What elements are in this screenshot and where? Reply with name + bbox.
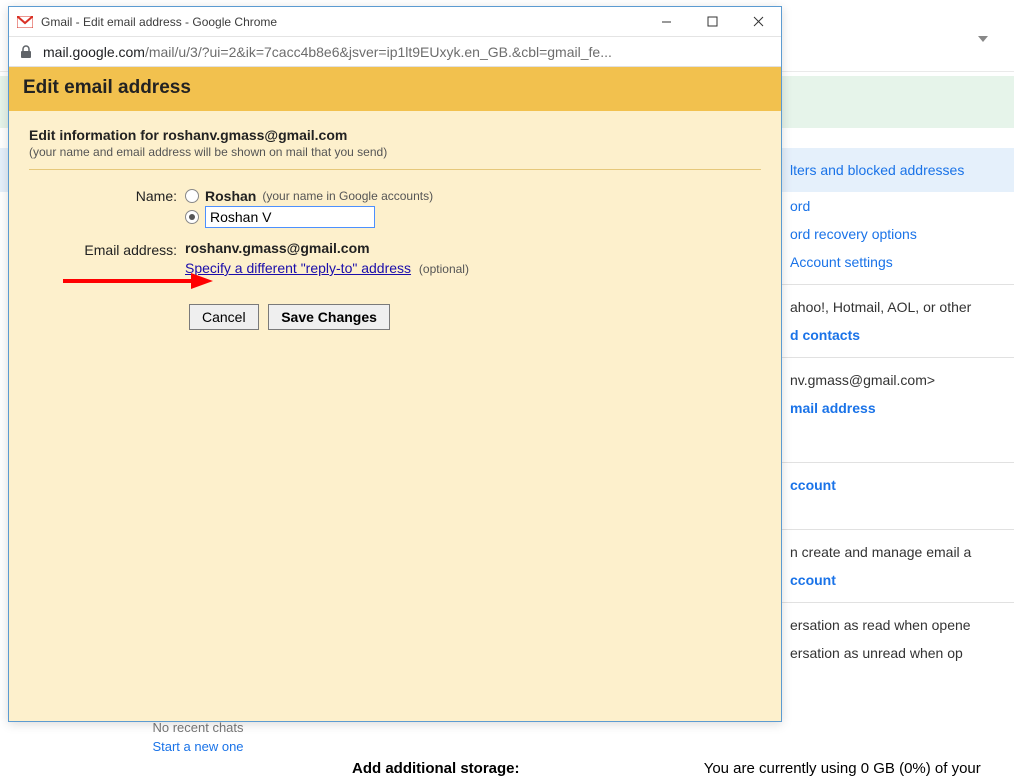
- label-name: Name:: [29, 186, 185, 204]
- cancel-button[interactable]: Cancel: [189, 304, 259, 330]
- label-email: Email address:: [29, 240, 185, 258]
- email-value: roshanv.gmass@gmail.com: [185, 240, 469, 256]
- close-button[interactable]: [735, 7, 781, 36]
- titlebar[interactable]: Gmail - Edit email address - Google Chro…: [9, 7, 781, 37]
- custom-name-input[interactable]: [205, 206, 375, 228]
- link-mail-address[interactable]: mail address: [786, 394, 1014, 422]
- popup-title: Edit email address: [23, 77, 767, 99]
- link-account-2[interactable]: ccount: [786, 566, 1014, 594]
- url-text: mail.google.com/mail/u/3/?ui=2&ik=7cacc4…: [43, 44, 612, 60]
- settings-dropdown-caret[interactable]: [978, 36, 988, 42]
- gmail-icon: [17, 16, 33, 28]
- minimize-button[interactable]: [643, 7, 689, 36]
- no-recent-chats: No recent chats: [152, 720, 243, 735]
- reply-to-link[interactable]: Specify a different "reply-to" address: [185, 260, 411, 276]
- edit-info-title: Edit information for roshanv.gmass@gmail…: [29, 127, 761, 143]
- send-as-email: nv.gmass@gmail.com>: [786, 366, 1014, 394]
- link-account-1[interactable]: ccount: [786, 471, 1014, 499]
- divider: [29, 169, 761, 170]
- link-password[interactable]: ord: [786, 192, 1014, 220]
- settings-content: ord ord recovery options Account setting…: [786, 192, 1014, 667]
- text-read-opened: ersation as read when opene: [786, 611, 1014, 639]
- hangouts-panel: No recent chats Start a new one: [68, 720, 328, 754]
- radio-custom-name[interactable]: [185, 210, 199, 224]
- optional-label: (optional): [419, 262, 469, 276]
- radio-google-name[interactable]: [185, 189, 199, 203]
- start-new-chat[interactable]: Start a new one: [68, 739, 328, 754]
- maximize-button[interactable]: [689, 7, 735, 36]
- link-recovery[interactable]: ord recovery options: [786, 220, 1014, 248]
- edit-info-sub: (your name and email address will be sho…: [29, 145, 761, 159]
- lock-icon: [19, 45, 33, 59]
- text-manage-email: n create and manage email a: [786, 538, 1014, 566]
- storage-row: Add additional storage: You are currentl…: [352, 760, 981, 777]
- window-title: Gmail - Edit email address - Google Chro…: [41, 15, 643, 29]
- address-bar[interactable]: mail.google.com/mail/u/3/?ui=2&ik=7cacc4…: [9, 37, 781, 67]
- text-unread-open: ersation as unread when op: [786, 639, 1014, 667]
- link-contacts[interactable]: d contacts: [786, 321, 1014, 349]
- save-changes-button[interactable]: Save Changes: [268, 304, 390, 330]
- popup-header: Edit email address: [9, 67, 781, 111]
- chrome-popup-window: Gmail - Edit email address - Google Chro…: [8, 6, 782, 722]
- google-name: Roshan: [205, 188, 256, 204]
- edit-email-body: Edit email address Edit information for …: [9, 67, 781, 721]
- link-account-settings[interactable]: Account settings: [786, 248, 1014, 276]
- text-providers: ahoo!, Hotmail, AOL, or other: [786, 293, 1014, 321]
- google-name-hint: (your name in Google accounts): [262, 189, 433, 203]
